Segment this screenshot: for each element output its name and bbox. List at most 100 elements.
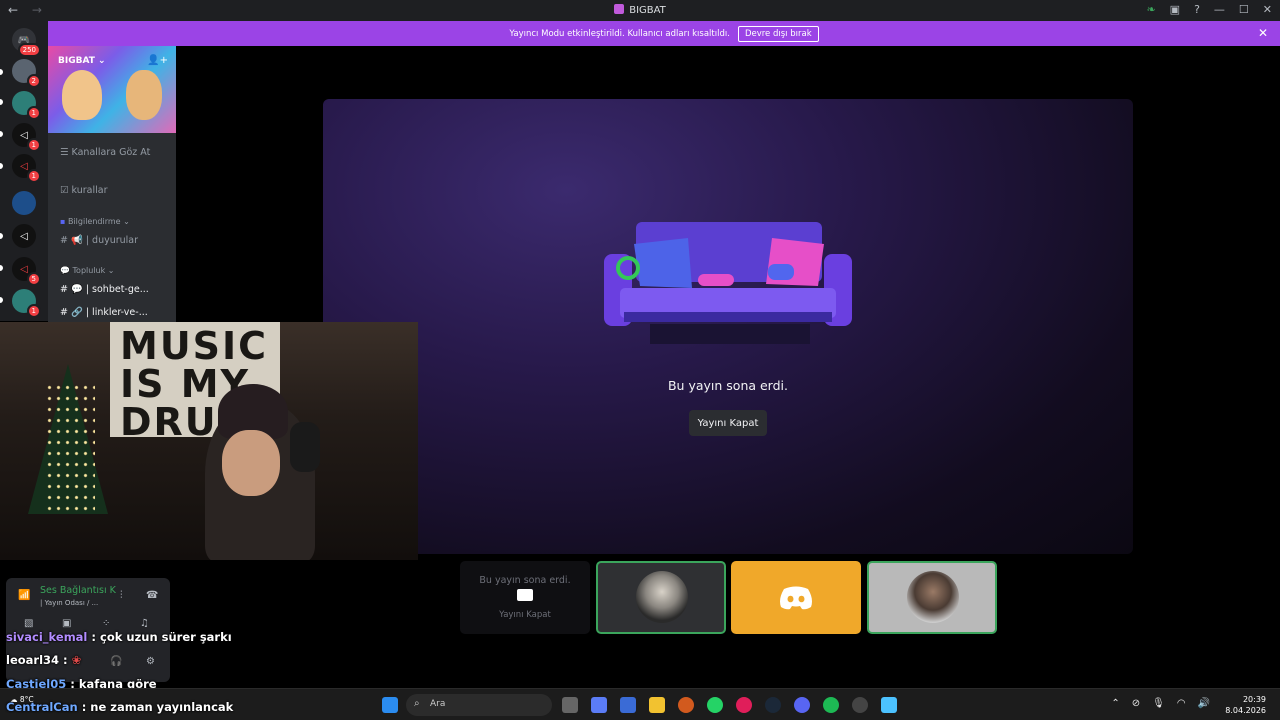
disconnect-icon[interactable]: ☎	[146, 590, 158, 601]
server-badge: 1	[26, 138, 41, 152]
discord-logo-icon	[780, 586, 812, 610]
server-badge: 250	[17, 43, 41, 57]
steam-icon[interactable]	[765, 697, 781, 713]
opera-gx-icon[interactable]	[736, 697, 752, 713]
store-icon[interactable]	[620, 697, 636, 713]
start-icon[interactable]	[382, 697, 398, 713]
brave-icon[interactable]	[678, 697, 694, 713]
window-title: BIGBAT	[0, 4, 1280, 16]
nitro-icon[interactable]: ❧	[1146, 3, 1155, 16]
server-icon[interactable]: ◁ 5	[12, 257, 41, 286]
category-icon: ▪	[60, 217, 68, 226]
list-icon: ☰	[60, 147, 72, 158]
tile-ended-text: Bu yayın sona erdi.	[479, 575, 571, 586]
chat-username: leoarl34	[6, 653, 60, 667]
notepad-icon[interactable]	[881, 697, 897, 713]
server-banner: BIGBAT ⌄ 👤+	[48, 46, 176, 133]
chat-text: : çok uzun sürer şarkı	[91, 630, 232, 644]
settings-gear-icon[interactable]: ⚙	[146, 656, 155, 667]
channel-chat-label: | sohbet-ge...	[85, 284, 149, 295]
unread-pill	[0, 69, 3, 75]
server-name[interactable]: BIGBAT ⌄	[58, 56, 106, 66]
banner-art	[126, 70, 162, 120]
task-view-icon[interactable]	[562, 697, 578, 713]
close-banner-icon[interactable]: ✕	[1258, 26, 1268, 40]
headphones-icon[interactable]: 🎧	[110, 656, 122, 667]
camera-off-icon[interactable]: ▧	[24, 618, 33, 629]
clock-time: 20:39	[1242, 695, 1266, 704]
server-badge: 5	[26, 272, 41, 286]
channel-rules[interactable]: ☑ kurallar	[60, 185, 108, 196]
close-stream-button[interactable]: Yayını Kapat	[689, 410, 767, 436]
streamer-face	[222, 430, 280, 496]
discord-icon[interactable]	[794, 697, 810, 713]
banner-art	[62, 70, 102, 120]
obs-icon[interactable]	[852, 697, 868, 713]
speech-icon: 💬	[60, 266, 73, 275]
server-icon[interactable]: 2	[12, 59, 41, 88]
volume-icon[interactable]: 🔊	[1198, 698, 1210, 709]
chevron-up-icon[interactable]: ⌃	[1111, 698, 1119, 709]
unread-pill	[0, 265, 3, 271]
participant-tile[interactable]	[731, 561, 861, 634]
whatsapp-icon[interactable]	[707, 697, 723, 713]
file-explorer-icon[interactable]	[649, 697, 665, 713]
monitor-icon	[517, 589, 533, 601]
couch-illustration	[604, 222, 852, 344]
window-title-text: BIGBAT	[629, 5, 666, 16]
screen-share-icon[interactable]: ▣	[62, 618, 71, 629]
chat-text: : ne zaman yayınlancak	[81, 700, 234, 714]
server-icon[interactable]	[12, 191, 36, 215]
tree-lights	[45, 382, 95, 512]
wifi-icon[interactable]: ◠	[1177, 698, 1186, 709]
category-community[interactable]: 💬 Topluluk ⌄	[60, 266, 114, 275]
tile-close-text: Yayını Kapat	[499, 610, 551, 620]
maximize-button[interactable]: ☐	[1239, 3, 1249, 16]
server-icon[interactable]: ◁ 1	[12, 154, 41, 183]
direct-messages-icon[interactable]: 🎮 250	[12, 28, 41, 57]
server-logo-icon	[614, 4, 625, 14]
minimize-button[interactable]: —	[1214, 3, 1225, 16]
category-info[interactable]: ▪ Bilgilendirme ⌄	[60, 217, 130, 226]
channel-links[interactable]: # 🔗 | linkler-ve-...	[60, 307, 148, 318]
activities-icon[interactable]: ⁘	[102, 618, 110, 629]
channel-announcements-label: | duyurular	[85, 235, 139, 246]
voice-channel[interactable]: | Yayın Odası / ...	[40, 599, 98, 607]
rules-icon: ☑	[60, 185, 72, 196]
window-controls: ❧ ▣ ? — ☐ ✕	[1146, 3, 1272, 16]
server-badge: 1	[26, 106, 41, 120]
help-icon[interactable]: ?	[1194, 3, 1200, 16]
taskbar-search[interactable]: ⌕ Ara	[406, 694, 552, 716]
disable-streamer-mode-button[interactable]: Devre dışı bırak	[737, 25, 819, 42]
browse-channels[interactable]: ☰ Kanallara Göz At	[60, 147, 150, 158]
invite-icon[interactable]: 👤+	[147, 55, 168, 66]
participant-tile[interactable]	[596, 561, 726, 634]
unread-pill	[0, 131, 3, 137]
ended-stream-tile[interactable]: Bu yayın sona erdi. Yayını Kapat	[460, 561, 590, 634]
soundboard-icon[interactable]: ♫	[140, 618, 149, 629]
stream-ended-text: Bu yayın sona erdi.	[667, 378, 788, 393]
category-info-label: Bilgilendirme ⌄	[67, 217, 130, 226]
server-icon[interactable]: 1	[12, 91, 41, 120]
unread-pill	[0, 99, 3, 105]
spotify-icon[interactable]	[823, 697, 839, 713]
network-off-icon[interactable]: ⊘	[1132, 698, 1140, 709]
copilot-icon[interactable]	[591, 697, 607, 713]
server-badge: 1	[26, 304, 41, 318]
close-window-button[interactable]: ✕	[1263, 3, 1272, 16]
microphone-icon[interactable]: 🎙	[1152, 698, 1165, 709]
server-icon[interactable]: 1	[12, 289, 41, 318]
inbox-icon[interactable]: ▣	[1170, 3, 1180, 16]
unread-pill	[0, 233, 3, 239]
channel-list: BIGBAT ⌄ 👤+ ☰ Kanallara Göz At ☑ kuralla…	[48, 46, 176, 322]
server-icon[interactable]: ◁ 1	[12, 123, 41, 152]
noise-suppression-icon[interactable]: ⫶	[120, 590, 123, 601]
participant-tile[interactable]	[867, 561, 997, 634]
server-icon[interactable]: ◁	[12, 224, 36, 248]
channel-announcements[interactable]: # 📢 | duyurular	[60, 235, 138, 246]
title-bar: ← → BIGBAT ❧ ▣ ? — ☐ ✕	[0, 0, 1280, 21]
unread-pill	[0, 163, 3, 169]
category-community-label: Topluluk ⌄	[72, 266, 115, 275]
taskbar-clock[interactable]: 20:39 8.04.2026	[1225, 694, 1266, 716]
channel-chat[interactable]: # 💬 | sohbet-ge...	[60, 284, 149, 295]
